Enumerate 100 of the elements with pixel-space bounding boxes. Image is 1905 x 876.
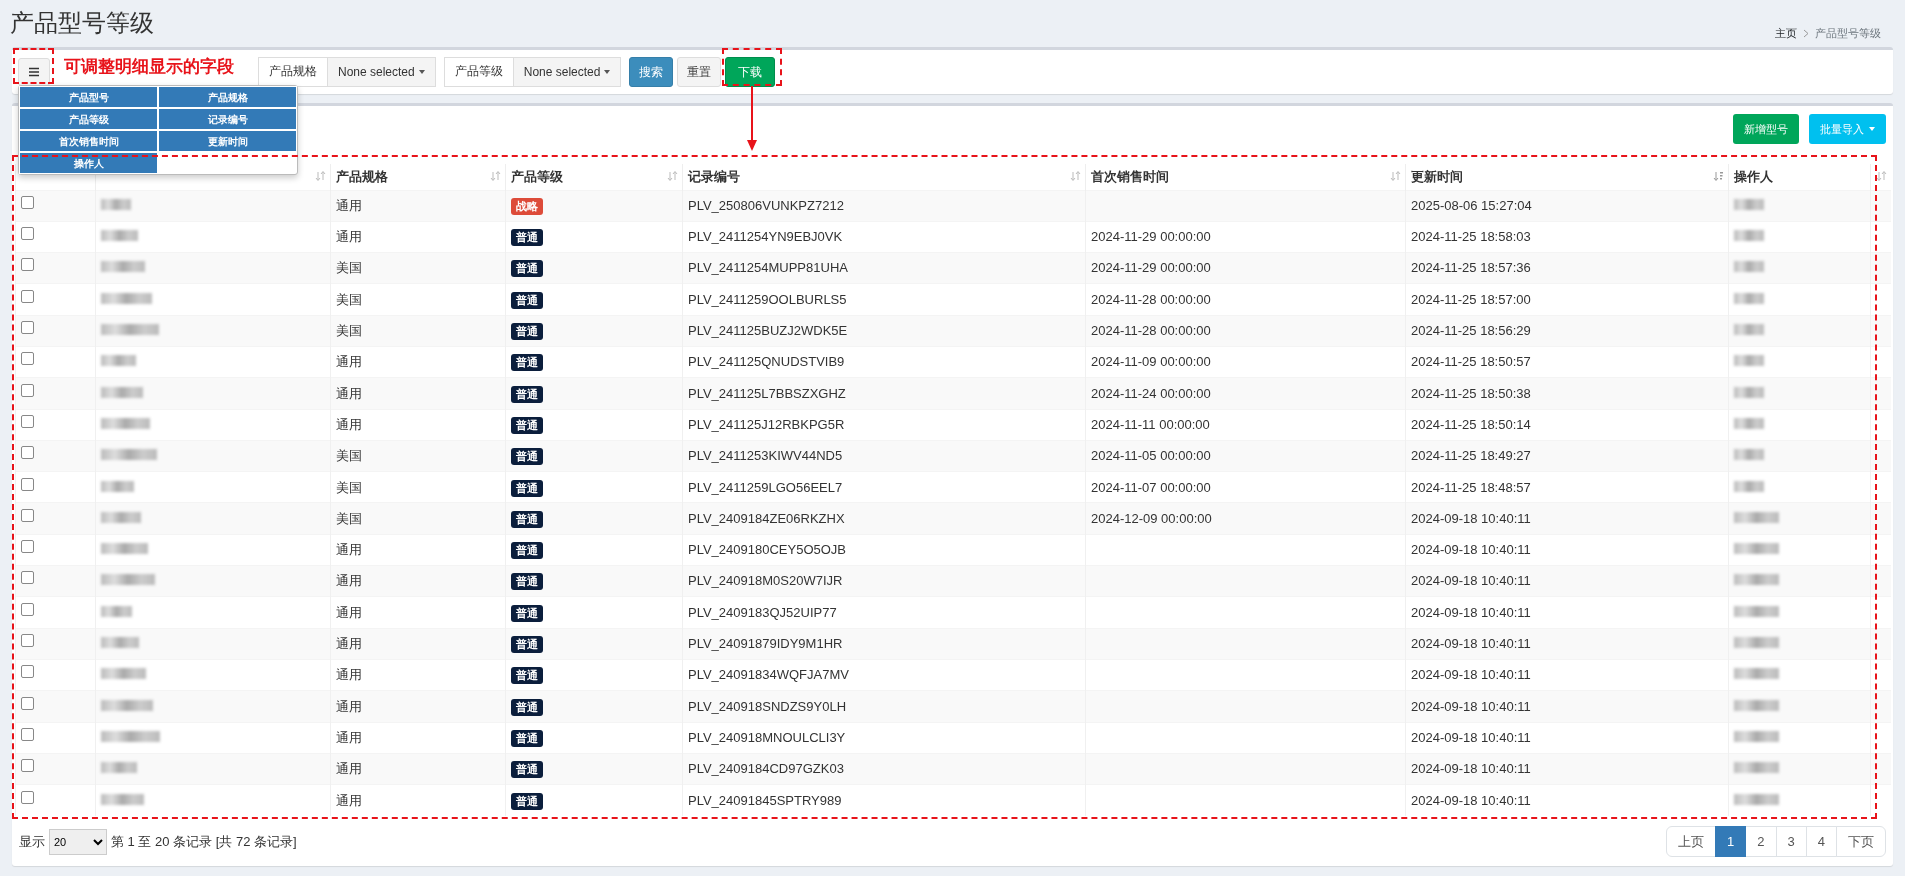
level-badge: 普通: [511, 416, 543, 434]
row-checkbox[interactable]: [21, 258, 34, 272]
table-cell: PLV_240918SNDZS9Y0LH: [688, 698, 847, 714]
menu-icon: [28, 67, 40, 77]
table-cell: 美国: [336, 448, 362, 464]
redaction-mark: [1734, 762, 1779, 774]
redaction-mark: [101, 261, 145, 273]
table-cell: 通用: [336, 542, 362, 558]
redaction-mark: [1734, 511, 1779, 523]
page-size-label: 显示: [19, 832, 45, 851]
toolbar-button[interactable]: 重置: [677, 57, 722, 87]
redaction-mark: [101, 292, 152, 304]
page-button[interactable]: 3: [1775, 825, 1807, 858]
table-cell: 通用: [336, 385, 362, 401]
column-toggle[interactable]: 操作人: [19, 152, 158, 174]
redaction-mark: [101, 511, 141, 523]
page-button[interactable]: 4: [1805, 825, 1837, 858]
table-cell: 2024-11-11 00:00:00: [1091, 416, 1210, 432]
row-checkbox[interactable]: [21, 446, 34, 460]
filter-dropdown[interactable]: None selected: [513, 58, 621, 86]
row-checkbox[interactable]: [21, 602, 34, 616]
redaction-mark: [1734, 699, 1779, 711]
sort-icon[interactable]: [1713, 171, 1724, 182]
table-cell: PLV_241125J12RBKPG5R: [688, 416, 845, 432]
breadcrumb-link[interactable]: 产品型号等级: [1815, 25, 1881, 42]
table-cell: PLV_2409184ZE06RKZHX: [688, 510, 845, 526]
redaction-mark: [101, 449, 157, 461]
breadcrumb-link[interactable]: 主页: [1775, 25, 1797, 42]
column-header[interactable]: 记录编号: [688, 169, 740, 184]
table-cell: 2024-11-25 18:48:57: [1411, 479, 1531, 495]
table-cell: PLV_241125BUZJ2WDK5E: [688, 323, 848, 339]
row-checkbox[interactable]: [21, 321, 34, 335]
row-checkbox[interactable]: [21, 665, 34, 679]
row-checkbox[interactable]: [21, 696, 34, 710]
row-checkbox[interactable]: [21, 414, 34, 428]
row-checkbox[interactable]: [21, 571, 34, 585]
row-checkbox[interactable]: [21, 759, 34, 773]
table-cell: PLV_24091879IDY9M1HR: [688, 636, 843, 652]
row-checkbox[interactable]: [21, 195, 34, 209]
redaction-mark: [1734, 355, 1764, 367]
table-cell: PLV_2411254YN9EBJ0VK: [688, 229, 843, 245]
table-cell: 2024-09-18 10:40:11: [1411, 761, 1531, 777]
page-button[interactable]: 上页: [1666, 825, 1717, 858]
level-badge: 普通: [511, 448, 543, 466]
toolbar-button[interactable]: 搜索: [629, 57, 674, 87]
row-checkbox[interactable]: [21, 727, 34, 741]
column-header[interactable]: 产品规格: [336, 169, 388, 184]
table-cell: 通用: [336, 792, 362, 808]
table-cell: 2024-11-28 00:00:00: [1091, 291, 1211, 307]
row-checkbox[interactable]: [21, 352, 34, 366]
table-cell: 美国: [336, 479, 362, 495]
level-badge: 普通: [511, 542, 543, 560]
table-cell: PLV_240918MNOULCLI3Y: [688, 729, 846, 745]
table-cell: PLV_241125QNUDSTVIB9: [688, 354, 845, 370]
column-toggle[interactable]: 更新时间: [158, 130, 297, 152]
row-checkbox[interactable]: [21, 540, 34, 554]
column-toggle[interactable]: 产品型号: [19, 86, 158, 108]
table-cell: 2025-08-06 15:27:04: [1411, 197, 1532, 213]
table-cell: 2024-11-29 00:00:00: [1091, 260, 1211, 276]
row-checkbox[interactable]: [21, 790, 34, 804]
row-checkbox[interactable]: [21, 289, 34, 303]
table-cell: 通用: [336, 729, 362, 745]
redaction-mark: [1734, 198, 1764, 210]
page-button[interactable]: 1: [1715, 825, 1747, 858]
redaction-mark: [101, 637, 139, 649]
column-header[interactable]: 首次销售时间: [1091, 169, 1169, 184]
column-header[interactable]: 操作人: [1734, 169, 1773, 184]
level-badge: 普通: [511, 291, 543, 309]
redaction-mark: [101, 324, 159, 336]
redaction-mark: [101, 386, 143, 398]
column-header[interactable]: 更新时间: [1411, 169, 1463, 184]
menu-button[interactable]: [18, 58, 50, 86]
column-toggle[interactable]: 记录编号: [158, 108, 297, 130]
column-toggle[interactable]: 首次销售时间: [19, 130, 158, 152]
table-cell: 美国: [336, 510, 362, 526]
page-button[interactable]: 下页: [1836, 825, 1886, 858]
row-checkbox[interactable]: [21, 477, 34, 491]
row-checkbox[interactable]: [21, 508, 34, 522]
redaction-mark: [1734, 668, 1779, 680]
row-checkbox[interactable]: [21, 227, 34, 241]
table-cell: 美国: [336, 291, 362, 307]
table-cell: 2024-09-18 10:40:11: [1411, 698, 1531, 714]
column-toggle[interactable]: 产品规格: [158, 86, 297, 108]
record-count-text: 第 1 至 20 条记录 [共 72 条记录]: [111, 832, 297, 851]
level-badge: 普通: [511, 792, 543, 810]
column-toggle[interactable]: 产品等级: [19, 108, 158, 130]
page-button[interactable]: 2: [1745, 825, 1777, 858]
row-checkbox[interactable]: [21, 634, 34, 648]
sort-icon[interactable]: [1875, 171, 1887, 182]
redaction-mark: [101, 574, 155, 586]
table-cell: PLV_2411253KIWV44ND5: [688, 448, 843, 464]
row-checkbox[interactable]: [21, 383, 34, 397]
level-badge: 普通: [511, 385, 543, 403]
table-cell: PLV_24091845SPTRY989: [688, 792, 842, 808]
filter-dropdown[interactable]: None selected: [328, 58, 435, 86]
redaction-mark: [1734, 417, 1764, 429]
table-cell: 通用: [336, 636, 362, 652]
page-size-select[interactable]: 20: [49, 828, 107, 855]
column-header[interactable]: 产品等级: [511, 169, 563, 184]
table-cell: 通用: [336, 197, 362, 213]
